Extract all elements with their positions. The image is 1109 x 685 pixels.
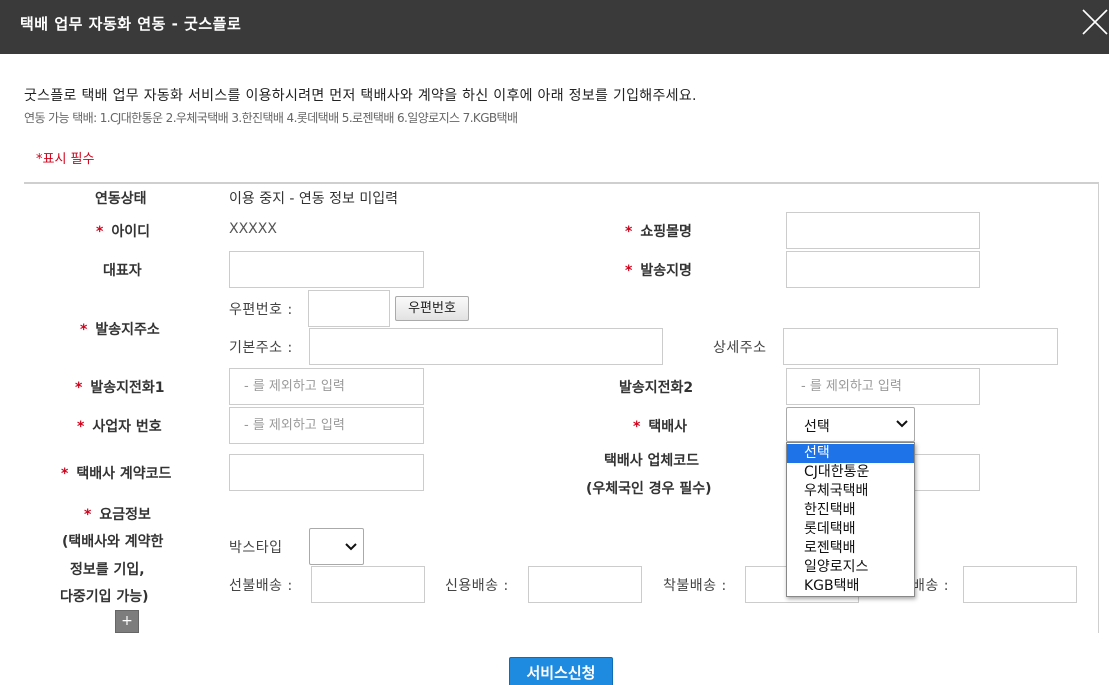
fee-info-label: * 요금정보: [84, 507, 151, 523]
detail-address-input[interactable]: [783, 328, 1058, 365]
id-value: XXXXX: [229, 221, 277, 237]
window-titlebar: 택배 업무 자동화 연동 - 굿스플로: [0, 0, 1109, 54]
credit-label: 신용배송 :: [445, 578, 509, 594]
link-status-label: 연동상태: [95, 191, 147, 207]
biz-number-input[interactable]: [229, 407, 424, 444]
required-note: *표시 필수: [36, 152, 95, 167]
zip-input[interactable]: [308, 290, 390, 327]
other-shipping-label: 배송 :: [912, 578, 949, 594]
zip-search-button[interactable]: 우편번호: [395, 296, 469, 321]
biz-number-label: * 사업자 번호: [77, 419, 162, 435]
vendor-code-label: 택배사 업체코드: [604, 453, 700, 469]
carrier-label: * 택배사: [633, 419, 687, 435]
carrier-option[interactable]: KGB택배: [787, 577, 914, 596]
ceo-input[interactable]: [229, 251, 424, 288]
ceo-label: 대표자: [103, 263, 142, 279]
phone1-label: * 발송지전화1: [75, 380, 165, 396]
id-label: * 아이디: [96, 224, 150, 240]
base-address-label: 기본주소 :: [229, 340, 293, 356]
carrier-option[interactable]: 한진택배: [787, 501, 914, 520]
carrier-option[interactable]: 선택: [787, 444, 914, 463]
sender-name-input[interactable]: [786, 251, 980, 288]
required-mark: *: [633, 419, 641, 435]
phone2-label: 발송지전화2: [619, 380, 694, 396]
chevron-down-icon: [345, 543, 357, 551]
box-type-label: 박스타입: [229, 540, 283, 556]
contract-code-input[interactable]: [229, 454, 424, 491]
cod-label: 착불배송 :: [663, 578, 727, 594]
carrier-dropdown-list: 선택 CJ대한통운 우체국택배 한진택배 롯데택배 로젠택배 일양로지스 KGB…: [786, 442, 915, 597]
base-address-input[interactable]: [309, 328, 663, 365]
required-mark: *: [84, 507, 92, 523]
prepaid-label: 선불배송 :: [229, 578, 293, 594]
chevron-down-icon: [896, 420, 908, 428]
prepaid-input[interactable]: [311, 566, 425, 603]
sender-address-label: * 발송지주소: [80, 322, 160, 338]
required-mark: *: [61, 466, 69, 482]
carrier-option[interactable]: 로젠택배: [787, 539, 914, 558]
other-shipping-input[interactable]: [963, 566, 1077, 603]
carrier-select-value: 선택: [804, 419, 830, 435]
carrier-option[interactable]: CJ대한통운: [787, 463, 914, 482]
required-mark: *: [96, 224, 104, 240]
fee-info-note-3: 다중기입 가능): [60, 589, 149, 605]
mall-name-input[interactable]: [786, 212, 980, 249]
add-fee-button[interactable]: +: [115, 610, 139, 633]
mall-name-label: * 쇼핑몰명: [625, 224, 692, 240]
window-title: 택배 업무 자동화 연동 - 굿스플로: [20, 15, 242, 33]
required-mark: *: [75, 380, 83, 396]
required-mark: *: [77, 419, 85, 435]
carrier-option[interactable]: 일양로지스: [787, 558, 914, 577]
box-type-select[interactable]: [309, 528, 364, 565]
fee-info-note-1: (택배사와 계약한: [62, 534, 164, 550]
contract-code-label: * 택배사 계약코드: [61, 466, 172, 482]
fee-info-note-2: 정보를 기입,: [70, 562, 145, 578]
carrier-select[interactable]: 선택: [786, 407, 915, 442]
required-mark: *: [625, 263, 633, 279]
supported-carriers-text: 연동 가능 택배: 1.CJ대한통운 2.우체국택배 3.한진택배 4.롯데택배…: [24, 111, 518, 125]
carrier-option[interactable]: 우체국택배: [787, 482, 914, 501]
detail-address-label: 상세주소: [713, 340, 767, 356]
close-icon[interactable]: [1079, 6, 1109, 36]
phone2-input[interactable]: [786, 368, 980, 405]
carrier-option[interactable]: 롯데택배: [787, 520, 914, 539]
required-mark: *: [80, 322, 88, 338]
zip-label: 우편번호 :: [229, 302, 293, 318]
link-status-value: 이용 중지 - 연동 정보 미입력: [229, 191, 398, 207]
required-mark: *: [625, 224, 633, 240]
vendor-code-note: (우체국인 경우 필수): [586, 481, 712, 497]
sender-name-label: * 발송지명: [625, 263, 692, 279]
phone1-input[interactable]: [229, 368, 424, 405]
credit-input[interactable]: [528, 566, 642, 603]
intro-text: 굿스플로 택배 업무 자동화 서비스를 이용하시려면 먼저 택배사와 계약을 하…: [24, 88, 697, 104]
service-apply-button[interactable]: 서비스신청: [509, 657, 613, 685]
